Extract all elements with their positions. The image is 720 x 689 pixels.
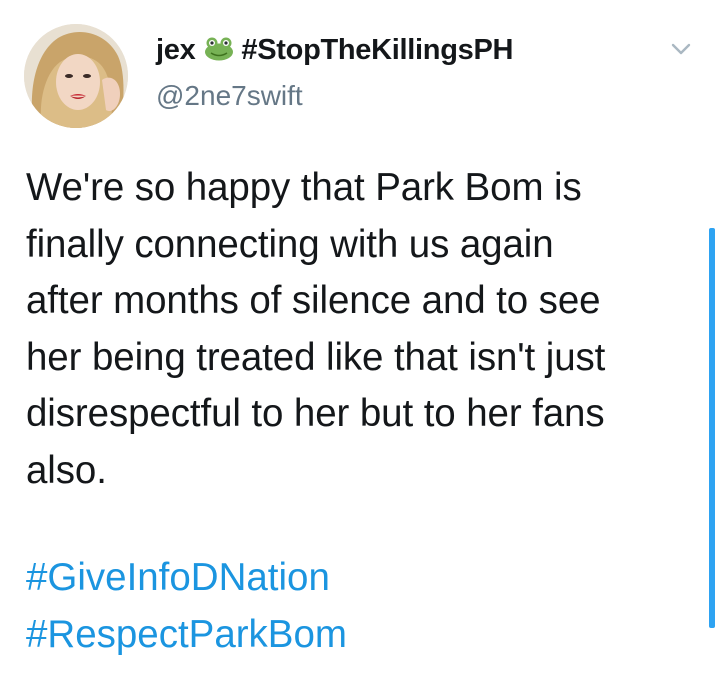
display-name[interactable]: jex (156, 34, 196, 67)
name-hashtag: #StopTheKillingsPH (241, 33, 514, 66)
tweet-text-line: finally connecting with us again (26, 222, 554, 266)
name-row: jex #StopTheKillingsPH (156, 30, 660, 70)
tweet-text-line: disrespectful to her but to her fans (26, 392, 605, 435)
tweet-text-line: We're so happy that Park Bom is (26, 166, 582, 209)
tweet-header: jex #StopTheKillingsPH @2ne7swift (156, 30, 660, 112)
tweet-text: We're so happy that Park Bom is finally … (26, 160, 706, 499)
avatar[interactable] (24, 24, 128, 128)
frog-icon (203, 35, 235, 66)
tweet-text-line: after months of silence and to see (26, 279, 601, 322)
scrollbar[interactable] (709, 228, 715, 628)
tweet-card: jex #StopTheKillingsPH @2ne7swift We're … (0, 0, 720, 689)
hashtag-list: #GiveInfoDNation #RespectParkBom (26, 550, 347, 663)
tweet-text-line: also. (26, 448, 107, 492)
hashtag-link[interactable]: #GiveInfoDNation (26, 550, 347, 607)
tweet-text-line: her being treated like that isn't just (26, 335, 606, 379)
chevron-down-icon[interactable] (668, 36, 694, 62)
avatar-image (24, 24, 128, 128)
hashtag-link[interactable]: #RespectParkBom (26, 607, 347, 664)
user-handle[interactable]: @2ne7swift (156, 80, 660, 112)
